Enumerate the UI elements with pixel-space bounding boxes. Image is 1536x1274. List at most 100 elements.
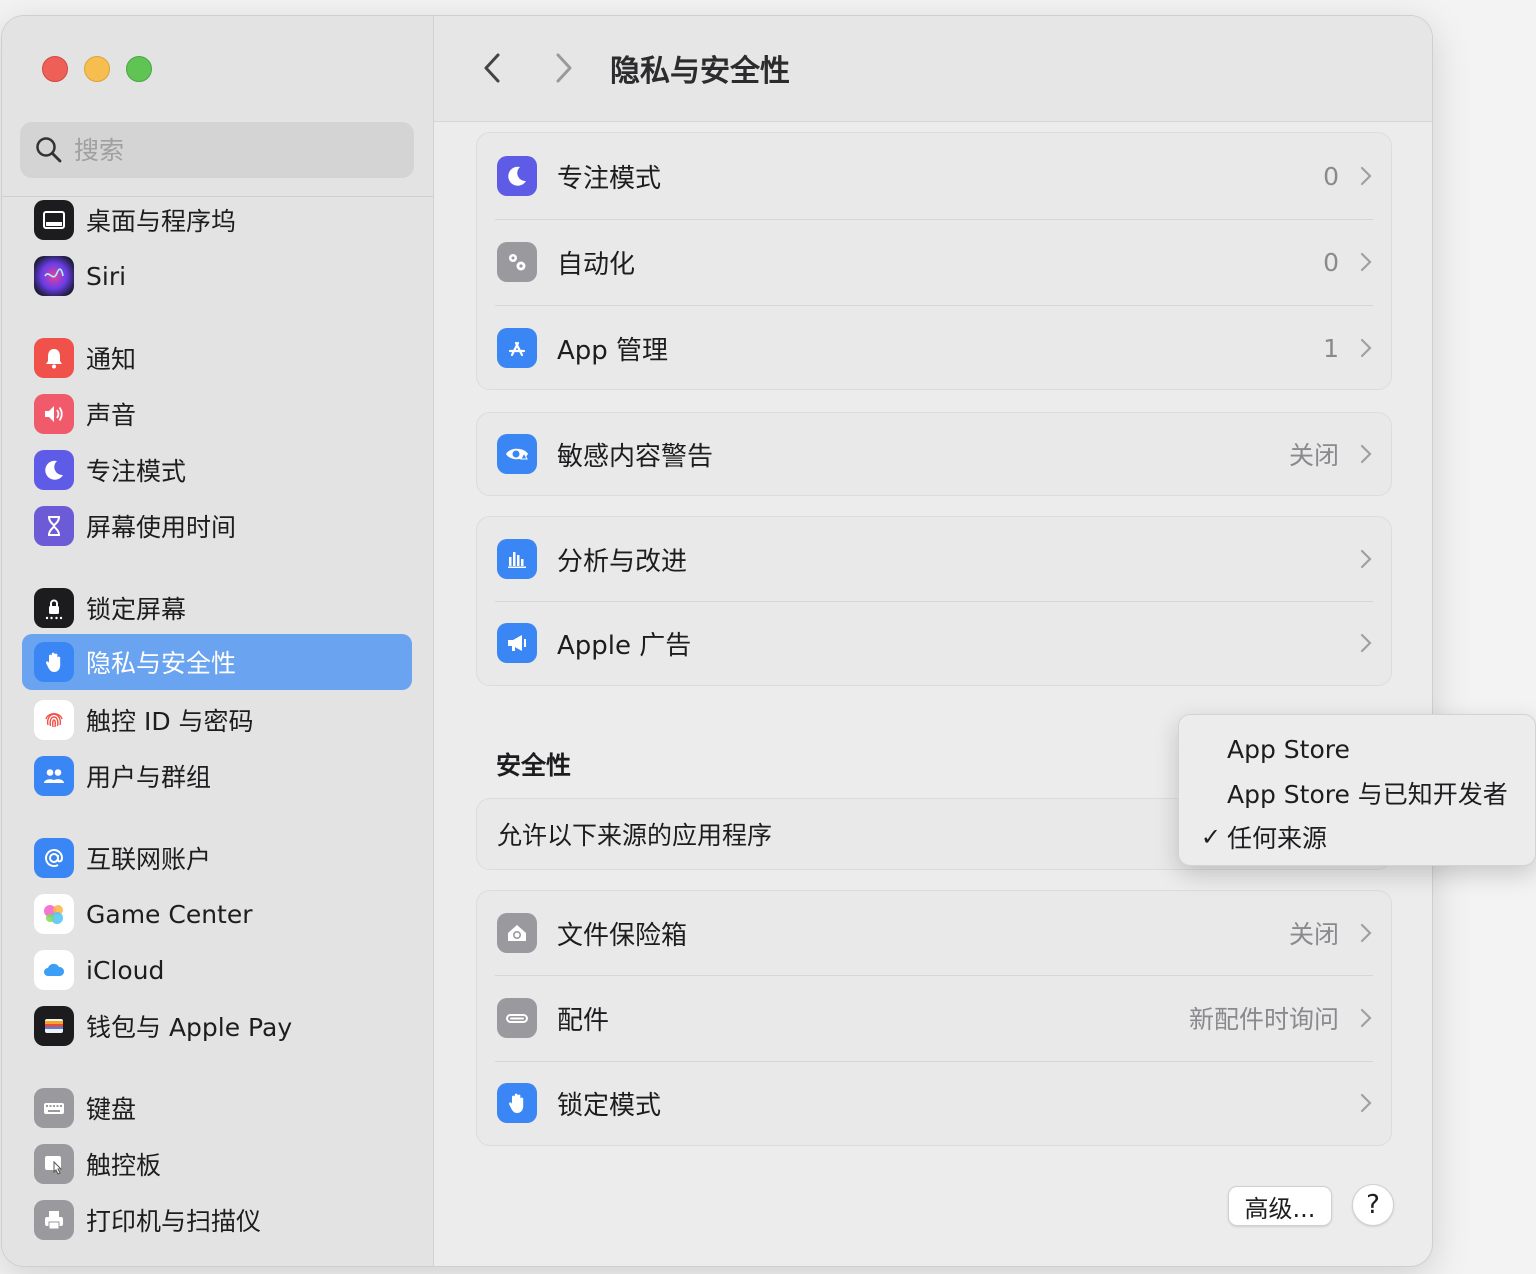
hourglass-icon [34, 506, 74, 546]
eye-warning-icon [497, 434, 537, 474]
settings-group-sensitive-content: 敏感内容警告 关闭 [476, 412, 1392, 496]
main-pane: 隐私与安全性 专注模式 0 自动化 0 App 管理 1 敏感内容警告 关闭 分… [434, 16, 1432, 1266]
printer-icon [34, 1200, 74, 1240]
search-input[interactable] [74, 135, 394, 165]
sidebar-item-users-groups[interactable]: 用户与群组 [22, 748, 412, 804]
sidebar-item-trackpad[interactable]: 触控板 [22, 1136, 412, 1192]
sidebar-item-lock-screen[interactable]: 锁定屏幕 [22, 580, 412, 636]
sidebar-item-touch-id[interactable]: 触控 ID 与密码 [22, 692, 412, 748]
settings-group-security: 文件保险箱 关闭 配件 新配件时询问 锁定模式 [476, 890, 1392, 1146]
sidebar-item-label: 打印机与扫描仪 [86, 1207, 262, 1236]
gears-icon [497, 242, 537, 282]
help-button[interactable]: ? [1352, 1184, 1394, 1226]
row-label: App 管理 [557, 335, 669, 366]
sidebar-item-label: 锁定屏幕 [86, 595, 187, 624]
sidebar-item-focus[interactable]: 专注模式 [22, 442, 412, 498]
row-automation[interactable]: 自动化 0 [477, 219, 1391, 305]
chevron-right-icon [1360, 252, 1372, 272]
fingerprint-icon [34, 700, 74, 740]
sidebar-item-screen-time[interactable]: 屏幕使用时间 [22, 498, 412, 554]
app-store-icon [497, 328, 537, 368]
at-icon [34, 838, 74, 878]
sidebar-item-internet-accounts[interactable]: 互联网账户 [22, 830, 412, 886]
sidebar-item-keyboard[interactable]: 键盘 [22, 1080, 412, 1136]
window-controls [42, 56, 152, 82]
row-label: 专注模式 [557, 163, 662, 194]
sidebar-item-label: 声音 [86, 401, 137, 430]
sidebar-item-icloud[interactable]: iCloud [22, 942, 412, 998]
page-title: 隐私与安全性 [610, 54, 790, 89]
row-accessories[interactable]: 配件 新配件时询问 [477, 975, 1391, 1061]
allow-apps-label: 允许以下来源的应用程序 [497, 821, 773, 850]
chevron-right-icon [1360, 338, 1372, 358]
house-lock-icon [497, 913, 537, 953]
chevron-right-icon [1360, 444, 1372, 464]
row-label: 文件保险箱 [557, 920, 688, 951]
sidebar-item-siri[interactable]: Siri [22, 248, 412, 304]
toolbar: 隐私与安全性 [434, 16, 1432, 122]
sidebar-item-game-center[interactable]: Game Center [22, 886, 412, 942]
moon-icon [34, 450, 74, 490]
minimize-window-button[interactable] [84, 56, 110, 82]
back-button[interactable] [474, 48, 510, 88]
row-value: 0 [1323, 161, 1339, 191]
menu-item-app-store-known-developers[interactable]: App Store 与已知开发者 [1179, 773, 1535, 813]
zoom-window-button[interactable] [126, 56, 152, 82]
advanced-button[interactable]: 高级... [1228, 1186, 1332, 1226]
row-apple-ads[interactable]: Apple 广告 [477, 601, 1391, 685]
menu-item-anywhere[interactable]: ✓ 任何来源 [1179, 817, 1535, 857]
row-value: 关闭 [1288, 920, 1339, 949]
row-label: 自动化 [557, 249, 636, 280]
sidebar-item-label: 桌面与程序坞 [86, 207, 237, 236]
sidebar-item-label: 屏幕使用时间 [86, 513, 237, 542]
chart-icon [497, 539, 537, 579]
sidebar-item-label: 钱包与 Apple Pay [86, 1013, 293, 1042]
checkmark-icon: ✓ [1200, 823, 1221, 851]
sidebar-item-label: 通知 [86, 345, 137, 374]
row-focus[interactable]: 专注模式 0 [477, 133, 1391, 219]
sidebar-item-label: 专注模式 [86, 457, 187, 486]
megaphone-icon [497, 623, 537, 663]
row-analytics[interactable]: 分析与改进 [477, 517, 1391, 601]
sidebar-item-wallet[interactable]: 钱包与 Apple Pay [22, 998, 412, 1054]
lock-icon [34, 588, 74, 628]
sidebar: 桌面与程序坞 Siri 通知 声音 [2, 16, 434, 1266]
dock-icon [34, 200, 74, 240]
hand-icon [497, 1083, 537, 1123]
chevron-right-icon [1360, 549, 1372, 569]
search-field[interactable] [20, 122, 414, 178]
keyboard-icon [34, 1088, 74, 1128]
row-label: 分析与改进 [557, 546, 688, 577]
chevron-right-icon [556, 53, 572, 83]
menu-item-label: App Store [1227, 734, 1350, 764]
sidebar-item-privacy-security[interactable]: 隐私与安全性 [22, 634, 412, 690]
accessory-icon [497, 998, 537, 1038]
sidebar-item-label: 触控 ID 与密码 [86, 707, 254, 736]
chevron-right-icon [1360, 923, 1372, 943]
row-value: 1 [1323, 333, 1339, 363]
close-window-button[interactable] [42, 56, 68, 82]
allow-apps-popup-menu: App Store App Store 与已知开发者 ✓ 任何来源 [1178, 714, 1536, 866]
row-value: 关闭 [1288, 441, 1339, 470]
menu-item-app-store[interactable]: App Store [1179, 729, 1535, 769]
chevron-right-icon [1360, 1093, 1372, 1113]
row-value: 新配件时询问 [1188, 1005, 1339, 1034]
row-filevault[interactable]: 文件保险箱 关闭 [477, 891, 1391, 975]
chevron-left-icon [484, 53, 500, 83]
settings-group-analytics-ads: 分析与改进 Apple 广告 [476, 516, 1392, 686]
row-app-management[interactable]: App 管理 1 [477, 305, 1391, 391]
moon-icon [497, 156, 537, 196]
trackpad-icon [34, 1144, 74, 1184]
row-label: Apple 广告 [557, 630, 692, 661]
sidebar-item-desktop-dock[interactable]: 桌面与程序坞 [22, 192, 412, 248]
sidebar-item-label: 触控板 [86, 1151, 162, 1180]
sidebar-item-sound[interactable]: 声音 [22, 386, 412, 442]
menu-item-label: 任何来源 [1227, 824, 1328, 853]
users-icon [34, 756, 74, 796]
row-lockdown-mode[interactable]: 锁定模式 [477, 1061, 1391, 1145]
row-sensitive-content-warning[interactable]: 敏感内容警告 关闭 [477, 413, 1391, 495]
sidebar-item-printers[interactable]: 打印机与扫描仪 [22, 1192, 412, 1248]
forward-button[interactable] [546, 48, 582, 88]
game-center-icon [34, 894, 74, 934]
sidebar-item-notifications[interactable]: 通知 [22, 330, 412, 386]
